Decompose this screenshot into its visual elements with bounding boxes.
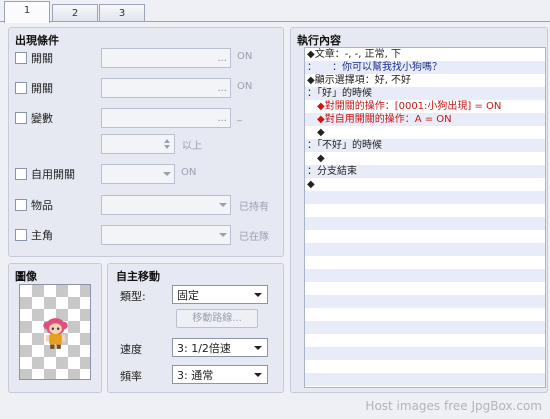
chevron-down-icon (254, 346, 262, 350)
empty-line (305, 321, 545, 334)
actor-dropdown[interactable] (101, 225, 231, 245)
self-switch-checkbox[interactable] (15, 168, 27, 180)
variable-label: 變數 (31, 112, 53, 125)
self-switch-row: 自用開關 (15, 164, 75, 184)
tab-bar: 1 2 3 (0, 0, 550, 23)
character-sprite-icon (43, 318, 68, 349)
chevron-down-icon (254, 373, 262, 377)
switch2-label: 開關 (31, 82, 53, 95)
self-switch-dropdown[interactable] (101, 164, 175, 184)
variable-field[interactable]: ... (101, 108, 231, 128)
command-line[interactable]: ◆對自用開關的操作：A = ON (305, 113, 545, 126)
move-type-select[interactable]: 固定 (172, 285, 268, 304)
actor-row: 主角 (15, 225, 53, 245)
empty-line (305, 373, 545, 386)
self-switch-hint: ON (181, 167, 197, 178)
empty-line (305, 217, 545, 230)
empty-line (305, 308, 545, 321)
command-line[interactable]: ◆顯示選擇項：好, 不好 (305, 74, 545, 87)
switch2-hint: ON (237, 81, 253, 92)
tab-page-1[interactable]: 1 (4, 1, 50, 23)
switch1-checkbox[interactable] (15, 52, 27, 64)
chevron-down-icon (219, 233, 227, 237)
command-line[interactable]: ◆ (305, 126, 545, 139)
item-hint: 已持有 (239, 202, 269, 213)
command-line[interactable]: ◆ (305, 178, 545, 191)
variable-number-hint: 以上 (182, 141, 202, 152)
command-line[interactable]: ◆文章：-, -, 正常, 下 (305, 48, 545, 61)
move-type-value: 固定 (177, 288, 199, 302)
variable-row: 變數 (15, 108, 53, 128)
empty-line (305, 360, 545, 373)
tab-divider (0, 21, 550, 22)
item-row: 物品 (15, 195, 53, 215)
character-preview[interactable] (19, 284, 91, 380)
move-route-button[interactable]: 移動路線... (176, 309, 258, 328)
switch2-field[interactable]: ... (101, 78, 231, 98)
actor-checkbox[interactable] (15, 229, 27, 241)
chevron-down-icon (163, 172, 171, 176)
self-switch-label: 自用開關 (31, 168, 75, 181)
move-freq-label: 頻率 (120, 370, 142, 383)
empty-line (305, 282, 545, 295)
switch2-checkbox[interactable] (15, 82, 27, 94)
image-title: 圖像 (15, 270, 37, 283)
command-line[interactable]: ：分支結束 (305, 165, 545, 178)
move-freq-value: 3: 通常 (177, 368, 214, 382)
empty-line (305, 230, 545, 243)
empty-line (305, 295, 545, 308)
command-line[interactable]: ◆對開關的操作：[0001:小狗出現] = ON (305, 100, 545, 113)
command-line[interactable]: ： ：你可以幫我找小狗嗎？ (305, 61, 545, 74)
conditions-panel: 出現條件 開關 ... ON 開關 ... ON 變數 ... _ 以上 自用開… (8, 27, 284, 257)
event-command-list[interactable]: ◆文章：-, -, 正常, 下 ： ：你可以幫我找小狗嗎？ ◆顯示選擇項：好, … (304, 47, 546, 388)
empty-line (305, 334, 545, 347)
switch1-label: 開關 (31, 52, 53, 65)
variable-number-field[interactable] (101, 134, 175, 154)
empty-line (305, 204, 545, 217)
switch1-hint: ON (237, 51, 253, 62)
move-freq-select[interactable]: 3: 通常 (172, 365, 268, 384)
actor-hint: 已在隊 (239, 232, 269, 243)
move-title: 自主移動 (116, 270, 160, 283)
empty-line (305, 191, 545, 204)
tab-page-3[interactable]: 3 (99, 4, 145, 22)
chevron-down-icon (254, 293, 262, 297)
move-speed-value: 3: 1/2倍速 (177, 341, 231, 355)
conditions-title: 出現條件 (15, 34, 59, 47)
empty-line (305, 243, 545, 256)
item-checkbox[interactable] (15, 199, 27, 211)
tab-page-2[interactable]: 2 (52, 4, 98, 22)
watermark: Host images free JpgBox.com (365, 399, 542, 413)
item-label: 物品 (31, 199, 53, 212)
empty-line (305, 347, 545, 360)
empty-line (305, 269, 545, 282)
variable-hint: _ (237, 111, 242, 122)
command-line[interactable]: ：「不好」的時候 (305, 139, 545, 152)
move-type-label: 類型: (120, 290, 146, 303)
chevron-down-icon (219, 203, 227, 207)
actor-label: 主角 (31, 229, 53, 242)
command-line[interactable]: ：「好」的時候 (305, 87, 545, 100)
switch2-row: 開關 (15, 78, 53, 98)
move-speed-label: 速度 (120, 343, 142, 356)
command-line[interactable]: ◆ (305, 152, 545, 165)
spinner-arrows-icon[interactable] (162, 137, 172, 151)
empty-line (305, 256, 545, 269)
switch1-row: 開關 (15, 48, 53, 68)
switch1-field[interactable]: ... (101, 48, 231, 68)
item-dropdown[interactable] (101, 195, 231, 215)
move-speed-select[interactable]: 3: 1/2倍速 (172, 338, 268, 357)
event-title: 執行內容 (297, 34, 341, 47)
variable-checkbox[interactable] (15, 112, 27, 124)
